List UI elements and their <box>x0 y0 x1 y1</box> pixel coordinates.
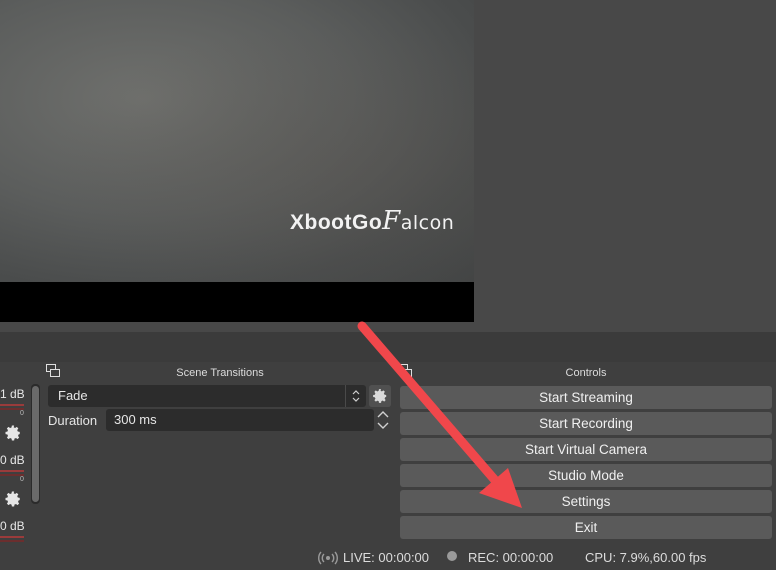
transition-select-value: Fade <box>58 388 88 403</box>
studio-mode-button[interactable]: Studio Mode <box>400 464 772 487</box>
mixer-channel-2-db: 0 dB <box>0 453 25 467</box>
scene-transitions-title: Scene Transitions <box>176 367 264 379</box>
controls-title: Controls <box>565 367 607 379</box>
mixer-channel-3-meter <box>0 536 24 538</box>
mixer-channel-1-gear-icon[interactable] <box>4 424 22 442</box>
preview-canvas[interactable] <box>0 0 474 282</box>
live-broadcast-icon <box>318 551 338 565</box>
watermark-text-2: Go <box>351 211 383 234</box>
duration-stepper-icon[interactable] <box>375 409 391 431</box>
watermark-text-3: F <box>382 206 401 236</box>
mixer-channel-2-scale: 0 <box>20 476 24 483</box>
docks-separator-bar <box>0 332 776 362</box>
status-bar: LIVE: 00:00:00 REC: 00:00:00 CPU: 7.9%,6… <box>0 546 776 570</box>
mixer-channel-3-db: 0 dB <box>0 519 25 533</box>
mixer-channel-1-meter <box>0 404 24 406</box>
start-virtual-camera-button[interactable]: Start Virtual Camera <box>400 438 772 461</box>
xbotgo-falcon-watermark: XbootGoFalcon <box>290 206 454 236</box>
start-streaming-button[interactable]: Start Streaming <box>400 386 772 409</box>
duration-input[interactable]: 300 ms <box>106 409 374 431</box>
mixer-scrollbar-thumb[interactable] <box>32 386 39 502</box>
mixer-channel-1-db: 1 dB <box>0 387 25 401</box>
scene-transitions-dock: Scene Transitions Fade Duration 300 ms <box>44 362 396 546</box>
watermark-text-4: alcon <box>400 212 455 234</box>
transition-select[interactable]: Fade <box>48 385 366 407</box>
audio-mixer-dock: 1 dB 0 0 dB 0 0 dB <box>0 362 44 546</box>
cpu-fps-readout: CPU: 7.9%,60.00 fps <box>585 550 707 565</box>
rec-indicator-icon <box>447 551 457 561</box>
settings-button[interactable]: Settings <box>400 490 772 513</box>
live-timer: LIVE: 00:00:00 <box>343 550 430 565</box>
mixer-channel-1-scale: 0 <box>20 410 24 417</box>
mixer-channel-3-meter-b <box>0 540 24 542</box>
duration-label: Duration <box>48 413 98 428</box>
mixer-channel-2-gear-icon[interactable] <box>4 490 22 508</box>
start-recording-button[interactable]: Start Recording <box>400 412 772 435</box>
transition-properties-gear-icon[interactable] <box>369 385 391 407</box>
exit-button[interactable]: Exit <box>400 516 772 539</box>
watermark-text-1: Xboot <box>290 211 352 234</box>
controls-dock: Controls Start Streaming Start Recording… <box>396 362 776 546</box>
preview-letterbox <box>0 282 474 322</box>
mixer-channel-2-meter <box>0 470 24 472</box>
chevron-updown-icon <box>345 385 360 407</box>
rec-timer: REC: 00:00:00 <box>468 550 554 565</box>
